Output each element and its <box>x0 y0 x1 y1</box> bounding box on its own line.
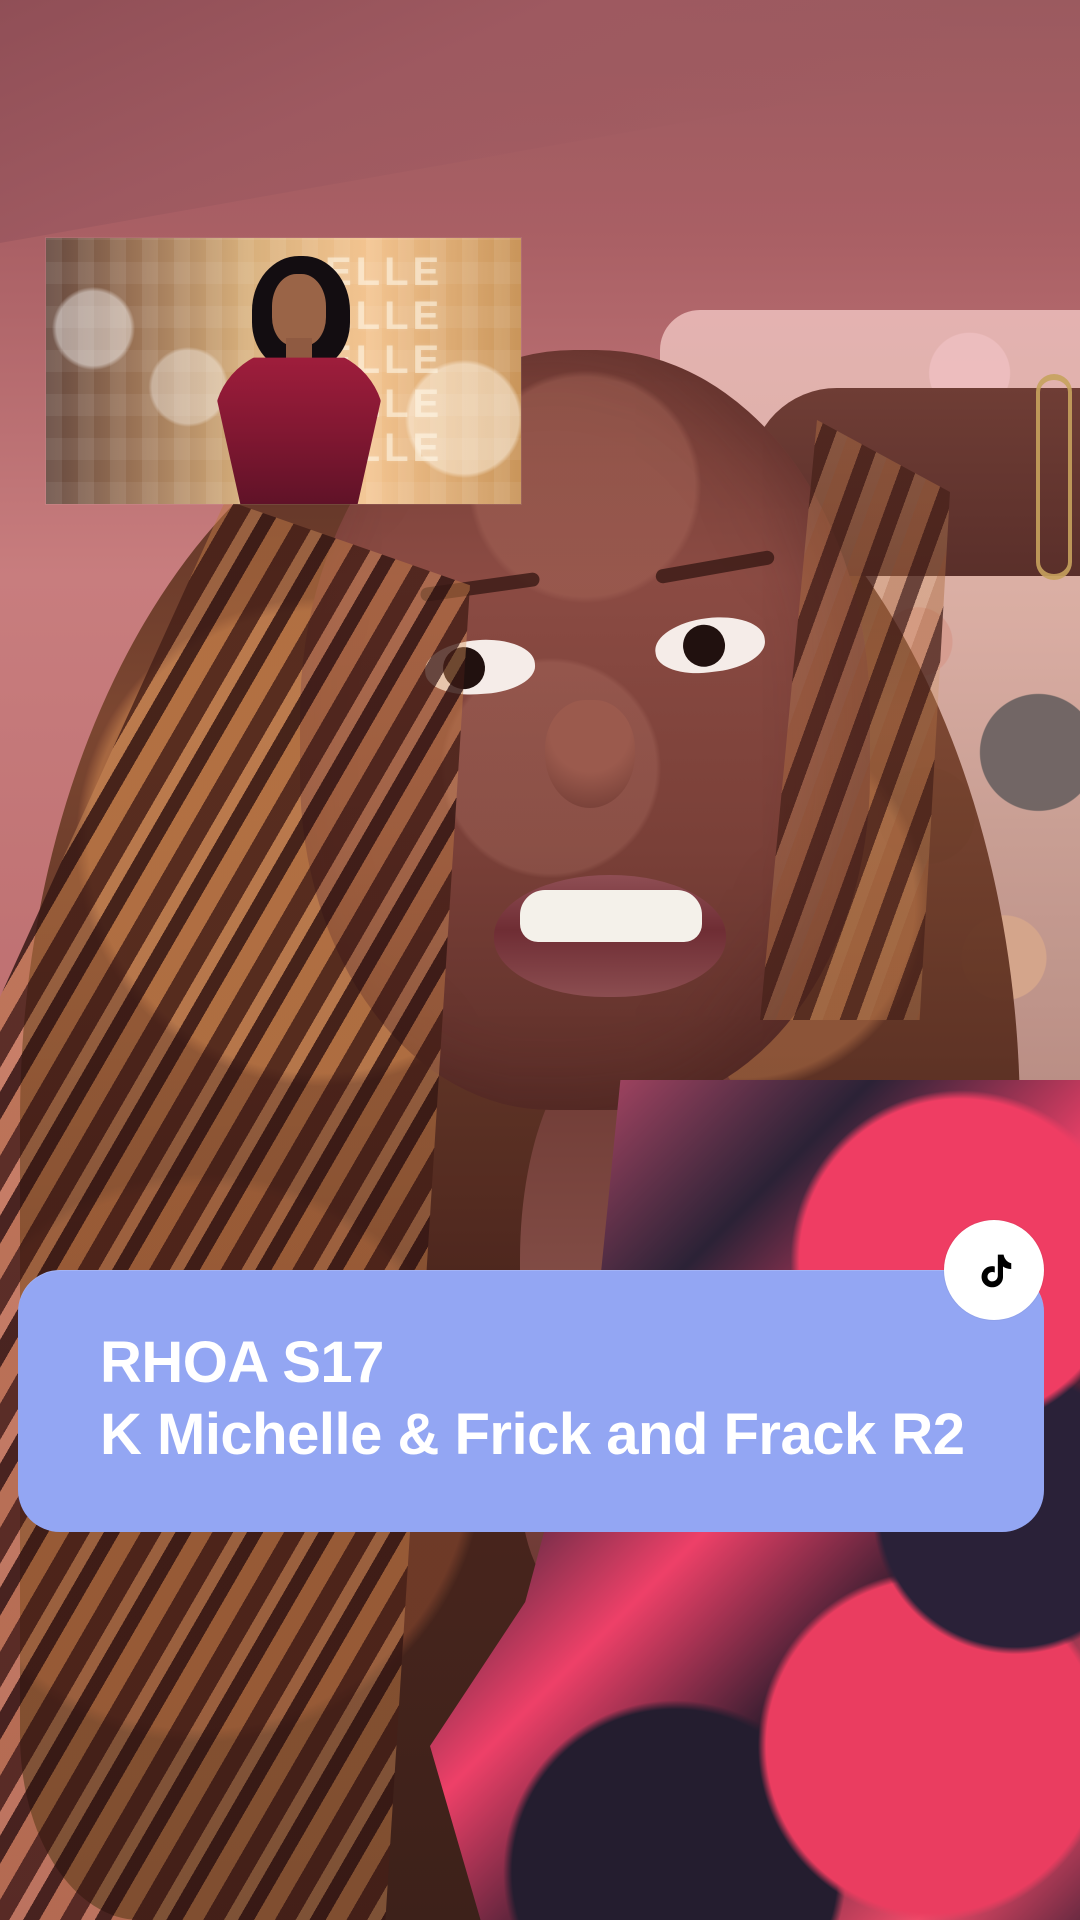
right-iris <box>680 622 728 670</box>
reference-image-inset: ELLE ELLE ELLE ELLE ELLE <box>46 238 521 504</box>
ceiling <box>0 0 940 250</box>
caption-card <box>18 1270 1044 1532</box>
inset-woman-face <box>272 274 326 346</box>
video-frame: ELLE ELLE ELLE ELLE ELLE RHOA S17 K Mich… <box>0 0 1080 1920</box>
tiktok-badge <box>944 1220 1044 1320</box>
caption-subtitle: K Michelle & Frick and Frack R2 <box>100 1402 965 1467</box>
inset-woman <box>208 256 388 504</box>
nose <box>545 700 635 808</box>
red-dress <box>214 357 384 504</box>
caption-title: RHOA S17 <box>100 1330 384 1395</box>
tiktok-icon <box>981 1254 1012 1288</box>
teeth <box>520 890 702 942</box>
bracelet <box>1036 374 1072 580</box>
